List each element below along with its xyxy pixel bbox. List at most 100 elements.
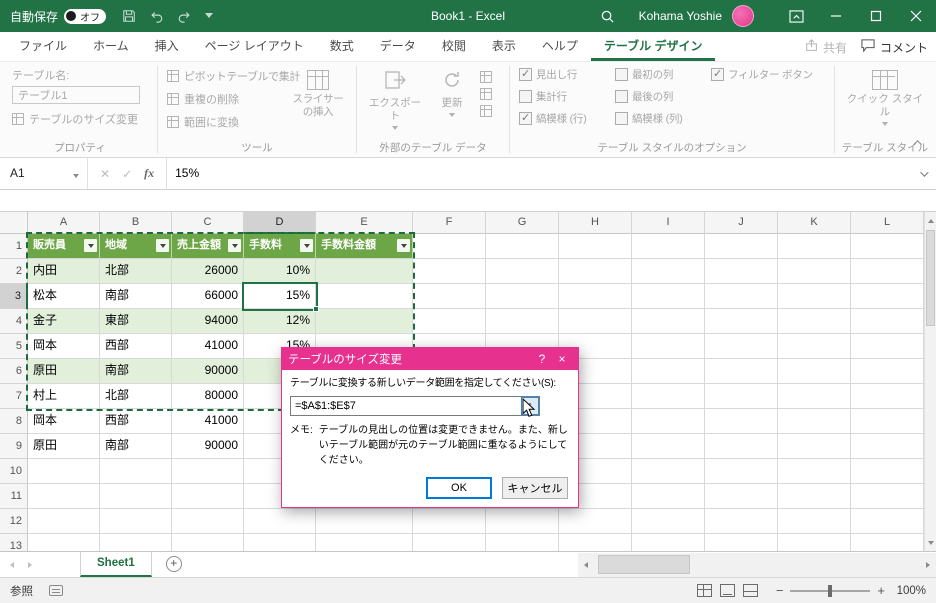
cell-G3[interactable]: [486, 284, 559, 309]
cell-I3[interactable]: [632, 284, 705, 309]
cell-L11[interactable]: [851, 484, 924, 509]
cell-B8[interactable]: 西部: [100, 409, 172, 434]
search-icon[interactable]: [591, 0, 625, 32]
style-option-2[interactable]: 集計行: [519, 89, 609, 103]
tab-挿入[interactable]: 挿入: [142, 32, 192, 61]
cell-J7[interactable]: [705, 384, 778, 409]
vertical-scrollbar-thumb[interactable]: [926, 230, 935, 326]
qat-customize-icon[interactable]: [205, 13, 214, 19]
formula-bar-value[interactable]: 15%: [167, 158, 910, 189]
cell-C4[interactable]: 94000: [172, 309, 244, 334]
scroll-down-icon[interactable]: [925, 535, 936, 550]
zoom-out-icon[interactable]: −: [776, 584, 784, 597]
cell-E1[interactable]: 手数料金額: [316, 234, 413, 259]
cell-G2[interactable]: [486, 259, 559, 284]
cell-I12[interactable]: [632, 509, 705, 534]
cell-C9[interactable]: 90000: [172, 434, 244, 459]
style-option-1[interactable]: 見出し行: [519, 67, 609, 81]
tab-データ[interactable]: データ: [367, 32, 429, 61]
autosave-toggle[interactable]: 自動保存 オフ: [10, 8, 107, 25]
cell-E4[interactable]: [316, 309, 413, 334]
avatar[interactable]: [732, 5, 754, 27]
cell-D13[interactable]: [244, 534, 316, 551]
normal-view-icon[interactable]: [696, 584, 712, 597]
cell-A2[interactable]: 内田: [28, 259, 100, 284]
cell-B13[interactable]: [100, 534, 172, 551]
redo-icon[interactable]: [177, 9, 192, 23]
cell-H3[interactable]: [559, 284, 632, 309]
cell-G4[interactable]: [486, 309, 559, 334]
cell-J12[interactable]: [705, 509, 778, 534]
range-input[interactable]: [290, 396, 540, 416]
horizontal-scrollbar[interactable]: [578, 553, 936, 577]
style-option-6[interactable]: 縞模様 (列): [615, 111, 705, 125]
undo-icon[interactable]: [149, 9, 164, 23]
cell-L9[interactable]: [851, 434, 924, 459]
cell-B6[interactable]: 南部: [100, 359, 172, 384]
tab-ページ レイアウト[interactable]: ページ レイアウト: [192, 32, 317, 61]
row-header-7[interactable]: 7: [0, 384, 28, 409]
share-button[interactable]: 共有: [805, 39, 847, 56]
row-header-12[interactable]: 12: [0, 509, 28, 534]
insert-slicer-button[interactable]: スライサーの挿入: [289, 67, 347, 136]
table-name-input[interactable]: [12, 86, 140, 104]
style-option-7[interactable]: フィルター ボタン: [711, 67, 823, 81]
cell-A13[interactable]: [28, 534, 100, 551]
cell-I6[interactable]: [632, 359, 705, 384]
column-header-C[interactable]: C: [172, 212, 244, 234]
style-option-4[interactable]: 最初の列: [615, 67, 705, 81]
cell-H13[interactable]: [559, 534, 632, 551]
cell-K6[interactable]: [778, 359, 851, 384]
cell-C13[interactable]: [172, 534, 244, 551]
cell-G13[interactable]: [486, 534, 559, 551]
cell-A4[interactable]: 金子: [28, 309, 100, 334]
cell-K1[interactable]: [778, 234, 851, 259]
close-icon[interactable]: [896, 0, 936, 32]
cell-E13[interactable]: [316, 534, 413, 551]
cell-A6[interactable]: 原田: [28, 359, 100, 384]
cell-G12[interactable]: [486, 509, 559, 534]
cell-D4[interactable]: 12%: [244, 309, 316, 334]
vertical-scrollbar[interactable]: [924, 212, 936, 551]
cell-J2[interactable]: [705, 259, 778, 284]
cell-D1[interactable]: 手数料: [244, 234, 316, 259]
dialog-close-icon[interactable]: ×: [552, 352, 572, 366]
cell-K8[interactable]: [778, 409, 851, 434]
tab-テーブル デザイン[interactable]: テーブル デザイン: [590, 32, 716, 61]
cell-G1[interactable]: [486, 234, 559, 259]
column-header-E[interactable]: E: [316, 212, 413, 234]
row-header-8[interactable]: 8: [0, 409, 28, 434]
cell-B11[interactable]: [100, 484, 172, 509]
tab-校閲[interactable]: 校閲: [429, 32, 479, 61]
cell-A12[interactable]: [28, 509, 100, 534]
column-header-L[interactable]: L: [851, 212, 924, 234]
row-header-2[interactable]: 2: [0, 259, 28, 284]
cell-L12[interactable]: [851, 509, 924, 534]
horizontal-scrollbar-track[interactable]: [594, 553, 920, 577]
cell-A9[interactable]: 原田: [28, 434, 100, 459]
horizontal-scrollbar-thumb[interactable]: [598, 555, 690, 574]
comments-button[interactable]: コメント: [861, 39, 928, 56]
cell-B9[interactable]: 南部: [100, 434, 172, 459]
cell-A5[interactable]: 岡本: [28, 334, 100, 359]
row-header-3[interactable]: 3: [0, 284, 28, 309]
cell-H12[interactable]: [559, 509, 632, 534]
cell-J13[interactable]: [705, 534, 778, 551]
external-properties-icon[interactable]: [480, 71, 492, 83]
cell-K7[interactable]: [778, 384, 851, 409]
cell-C8[interactable]: 41000: [172, 409, 244, 434]
zoom-level[interactable]: 100%: [892, 585, 926, 597]
insert-function-icon[interactable]: fx: [144, 166, 154, 181]
cell-C12[interactable]: [172, 509, 244, 534]
scroll-left-icon[interactable]: [578, 553, 594, 577]
cell-D2[interactable]: 10%: [244, 259, 316, 284]
cell-J9[interactable]: [705, 434, 778, 459]
cell-K2[interactable]: [778, 259, 851, 284]
expand-formula-bar-button[interactable]: [910, 158, 936, 189]
page-break-view-icon[interactable]: [742, 584, 758, 597]
cell-L2[interactable]: [851, 259, 924, 284]
zoom-slider-thumb[interactable]: [828, 584, 833, 597]
formula-cancel-icon[interactable]: ✕: [100, 167, 110, 181]
previous-sheet-icon[interactable]: [10, 561, 14, 568]
open-in-browser-icon[interactable]: [480, 88, 492, 100]
